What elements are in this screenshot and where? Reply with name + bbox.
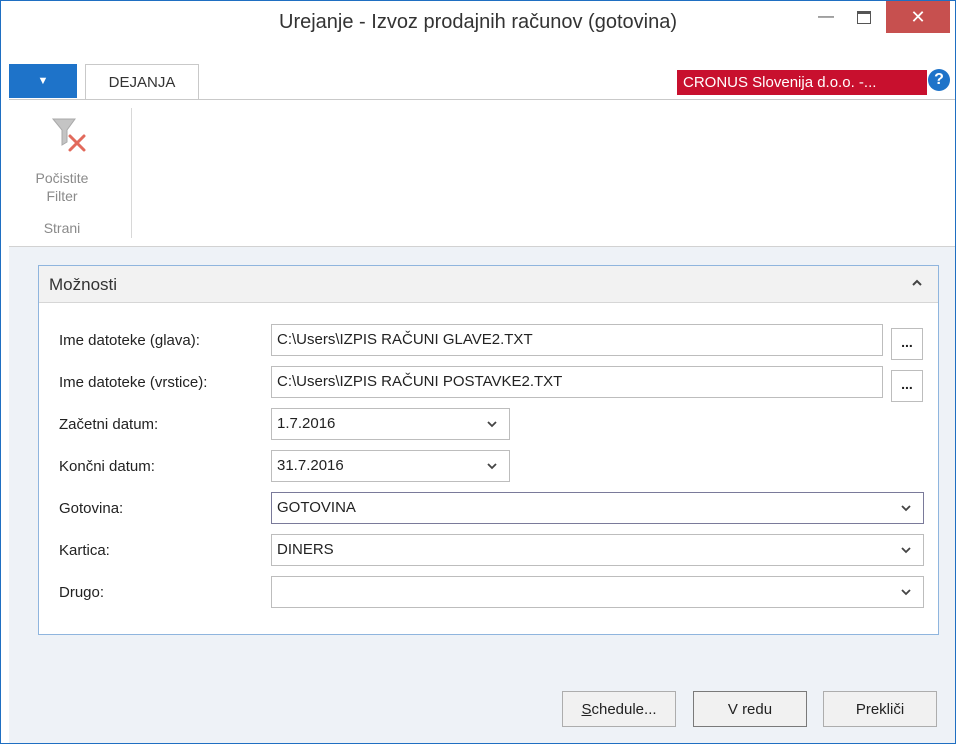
other-field[interactable] [271,576,924,608]
cancel-button[interactable]: Prekliči [823,691,937,727]
close-button[interactable]: ✕ [886,1,950,33]
minimize-icon: — [818,8,834,25]
schedule-button[interactable]: Schedule... [562,691,676,727]
dropdown-triangle-icon: ▼ [37,75,49,87]
ribbon-group-strani: Počistite Filter Strani [9,108,132,238]
ribbon-tab-bar: ▼ DEJANJA CRONUS Slovenija d.o.o. -... ? [9,64,955,100]
lines-file-field[interactable]: C:\Users\IZPIS RAČUNI POSTAVKE2.TXT [271,366,883,398]
clear-filter-icon [51,116,91,158]
chevron-down-icon[interactable] [486,460,498,472]
chevron-down-icon[interactable] [900,586,912,598]
cash-label: Gotovina: [59,500,124,517]
header-file-label: Ime datoteke (glava): [59,332,200,349]
lines-file-label: Ime datoteke (vrstice): [59,374,208,391]
dialog-window: Urejanje - Izvoz prodajnih računov (goto… [0,0,956,744]
end-date-field[interactable]: 31.7.2016 [271,450,510,482]
start-date-label: Začetni datum: [59,416,159,433]
close-icon: ✕ [910,6,926,27]
maximize-button[interactable] [847,1,881,33]
title-bar: Urejanje - Izvoz prodajnih računov (goto… [1,1,955,46]
card-field[interactable]: DINERS [271,534,924,566]
schedule-accelerator: S [581,700,592,718]
header-file-field[interactable]: C:\Users\IZPIS RAČUNI GLAVE2.TXT [271,324,883,356]
ribbon-panel: Počistite Filter Strani [9,100,955,247]
start-date-field[interactable]: 1.7.2016 [271,408,510,440]
chevron-down-icon[interactable] [900,502,912,514]
cash-field[interactable]: GOTOVINA [271,492,924,524]
help-icon[interactable]: ? [928,69,950,91]
minimize-button[interactable]: — [809,1,843,33]
header-file-assist-button[interactable]: ... [891,328,923,360]
end-date-label: Končni datum: [59,458,155,475]
options-title: Možnosti [49,275,118,294]
ok-button[interactable]: V redu [693,691,807,727]
lines-file-assist-button[interactable]: ... [891,370,923,402]
clear-filter-label-line1: Počistite [35,170,89,186]
options-fasttab: Možnosti Ime datoteke (glava): C:\Users\… [38,265,939,635]
clear-filter-label-line2: Filter [46,188,78,204]
card-value: DINERS [277,541,334,558]
start-date-value: 1.7.2016 [277,415,336,432]
end-date-value: 31.7.2016 [277,457,344,474]
maximize-icon [857,10,871,24]
chevron-up-icon[interactable] [910,276,924,290]
chevron-down-icon[interactable] [900,544,912,556]
clear-filter-button[interactable]: Počistite Filter [9,108,115,216]
tab-dejanja[interactable]: DEJANJA [85,64,199,100]
chevron-down-icon[interactable] [486,418,498,430]
cash-value: GOTOVINA [277,499,356,516]
group-label-strani: Strani [43,220,81,236]
company-badge[interactable]: CRONUS Slovenija d.o.o. -... [677,70,927,95]
schedule-label: chedule... [591,700,657,718]
application-menu-button[interactable]: ▼ [9,64,77,98]
other-label: Drugo: [59,584,105,601]
card-label: Kartica: [59,542,110,559]
options-header[interactable]: Možnosti [39,266,938,303]
